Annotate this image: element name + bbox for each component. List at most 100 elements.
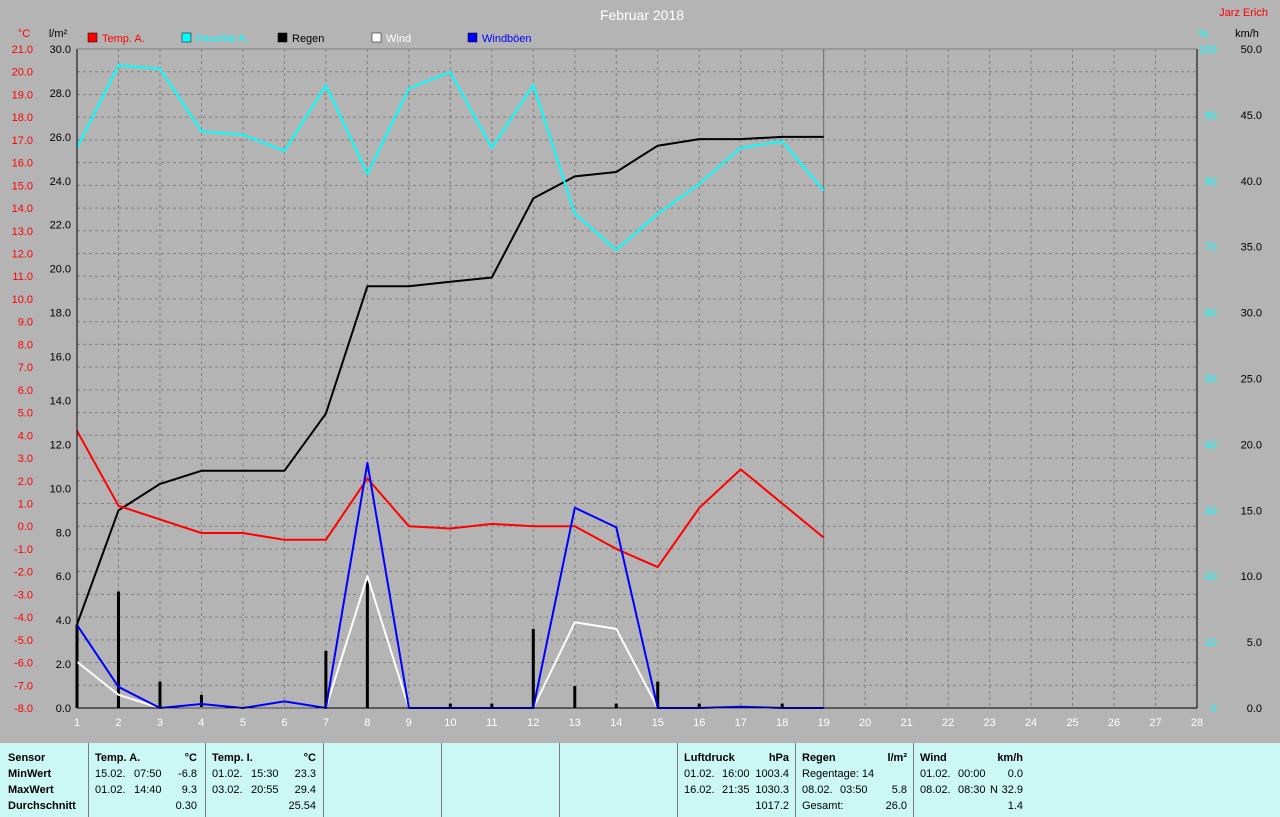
humidity-tick-label-7: 30 xyxy=(1205,505,1217,517)
legend-label-0: Temp. A. xyxy=(102,33,145,45)
x-tick-label-18: 18 xyxy=(776,717,788,729)
temp-tick-label-13: 8.0 xyxy=(18,339,33,351)
x-tick-label-23: 23 xyxy=(983,717,995,729)
luftdruck-min-time: 16:00 xyxy=(722,768,750,780)
x-tick-label-25: 25 xyxy=(1066,717,1078,729)
rain-tick-label-4: 22.0 xyxy=(50,220,71,232)
wind-tick-label-5: 25.0 xyxy=(1241,374,1262,386)
wind-tick-label-9: 5.0 xyxy=(1247,637,1262,649)
chart-author: Jarz Erich xyxy=(1219,7,1268,19)
legend-swatch-0 xyxy=(87,32,98,43)
rain-tick-label-8: 14.0 xyxy=(50,395,71,407)
luftdruck-head: Luftdruck xyxy=(684,752,735,764)
x-tick-label-17: 17 xyxy=(735,717,747,729)
stats-col-sensor: Sensor MinWert MaxWert Durchschnitt xyxy=(0,743,89,817)
luftdruck-max-val: 1030.3 xyxy=(755,784,789,796)
temp-i-min-time: 15:30 xyxy=(251,768,279,780)
luftdruck-min-val: 1003.4 xyxy=(755,768,789,780)
temp-tick-label-28: -7.0 xyxy=(14,680,33,692)
legend-label-1: Feuchte A. xyxy=(196,33,249,45)
temp-tick-label-9: 12.0 xyxy=(12,249,33,261)
temp-tick-label-11: 10.0 xyxy=(12,294,33,306)
temp-tick-label-16: 5.0 xyxy=(18,408,33,420)
temp-tick-label-29: -8.0 xyxy=(14,703,33,715)
label-minwert: MinWert xyxy=(8,768,52,780)
humidity-tick-label-2: 80 xyxy=(1205,176,1217,188)
wind-max-date: 08.02. xyxy=(920,784,951,796)
humidity-tick-label-5: 50 xyxy=(1205,374,1217,386)
temp-a-max-val: 9.3 xyxy=(181,784,197,796)
x-tick-label-14: 14 xyxy=(610,717,622,729)
x-tick-label-8: 8 xyxy=(364,717,370,729)
legend-label-3: Wind xyxy=(386,33,411,45)
humidity-tick-label-1: 90 xyxy=(1205,110,1217,122)
temp-tick-label-18: 3.0 xyxy=(18,453,33,465)
humidity-tick-label-6: 40 xyxy=(1205,439,1217,451)
x-tick-label-19: 19 xyxy=(818,717,830,729)
x-tick-label-28: 28 xyxy=(1191,717,1203,729)
regen-max-date: 08.02. xyxy=(802,784,833,796)
rain-unit-label: l/m² xyxy=(49,28,68,40)
temp-tick-label-5: 16.0 xyxy=(12,158,33,170)
x-tick-label-12: 12 xyxy=(527,717,539,729)
wind-tick-label-4: 30.0 xyxy=(1241,308,1262,320)
rain-tick-label-1: 28.0 xyxy=(50,88,71,100)
label-maxwert: MaxWert xyxy=(8,784,54,796)
luftdruck-max-date: 16.02. xyxy=(684,784,715,796)
temp-tick-label-1: 20.0 xyxy=(12,67,33,79)
temp-tick-label-14: 7.0 xyxy=(18,362,33,374)
temp-a-head: Temp. A. xyxy=(95,752,141,764)
stats-col-empty-1 xyxy=(324,743,442,817)
legend-label-4: Windböen xyxy=(482,33,532,45)
luftdruck-max-time: 21:35 xyxy=(722,784,750,796)
x-tick-label-20: 20 xyxy=(859,717,871,729)
label-durchschnitt: Durchschnitt xyxy=(8,800,76,812)
rain-bar-13 xyxy=(573,686,577,708)
temp-i-max-val: 29.4 xyxy=(294,784,316,796)
temp-a-min-val: -6.8 xyxy=(178,768,197,780)
weather-chart: Februar 2018 Jarz Erich Temp. A. Feuchte … xyxy=(0,0,1280,743)
temp-i-head: Temp. I. xyxy=(212,752,253,764)
temp-a-min-date: 15.02. xyxy=(95,768,126,780)
temp-tick-label-15: 6.0 xyxy=(18,385,33,397)
humidity-tick-label-9: 10 xyxy=(1205,637,1217,649)
rain-bar-4 xyxy=(199,694,203,708)
legend-swatch-4 xyxy=(467,32,478,43)
rain-tick-label-9: 12.0 xyxy=(50,439,71,451)
humidity-tick-label-10: 0 xyxy=(1211,703,1217,715)
luftdruck-min-date: 01.02. xyxy=(684,768,715,780)
x-tick-label-1: 1 xyxy=(74,717,80,729)
temp-i-min-val: 23.3 xyxy=(294,768,316,780)
legend-swatch-1 xyxy=(181,32,192,43)
sensor-head: Sensor xyxy=(8,752,46,764)
x-tick-label-5: 5 xyxy=(240,717,246,729)
temp-tick-label-23: -2.0 xyxy=(14,567,33,579)
rain-tick-label-0: 30.0 xyxy=(50,44,71,56)
wind-tick-label-8: 10.0 xyxy=(1241,571,1262,583)
x-tick-label-6: 6 xyxy=(281,717,287,729)
x-tick-label-11: 11 xyxy=(486,717,497,729)
wind-tick-label-6: 20.0 xyxy=(1241,439,1262,451)
stats-col-luftdruck: Luftdruck hPa 01.02. 16:00 1003.4 16.02. 21:… xyxy=(678,743,796,817)
luftdruck-unit: hPa xyxy=(768,752,789,764)
rain-bar-12 xyxy=(531,628,535,708)
stats-col-wind: Wind km/h 01.02. 00:00 0.0 08.02. 08:30 N 32.9… xyxy=(914,743,1031,817)
stats-col-temp-i: Temp. I. °C 01.02. 15:30 23.3 03.02. 20:55 29… xyxy=(206,743,324,817)
wind-max-dir: N xyxy=(990,784,998,796)
humidity-unit-label: % xyxy=(1198,28,1208,40)
rain-tick-label-5: 20.0 xyxy=(50,264,71,276)
humidity-tick-label-8: 20 xyxy=(1205,571,1217,583)
rain-bar-14 xyxy=(614,703,618,708)
wind-tick-label-3: 35.0 xyxy=(1241,242,1262,254)
legend-swatch-2 xyxy=(277,32,288,43)
temp-tick-label-12: 9.0 xyxy=(18,317,33,329)
x-tick-label-13: 13 xyxy=(569,717,581,729)
temp-tick-label-20: 1.0 xyxy=(18,498,33,510)
wind-tick-label-0: 50.0 xyxy=(1241,44,1262,56)
temp-i-max-time: 20:55 xyxy=(251,784,279,796)
chart-title: Februar 2018 xyxy=(600,7,684,23)
legend-label-2: Regen xyxy=(292,33,324,45)
rain-tick-label-3: 24.0 xyxy=(50,176,71,188)
temp-tick-label-25: -4.0 xyxy=(14,612,33,624)
x-tick-label-16: 16 xyxy=(693,717,705,729)
